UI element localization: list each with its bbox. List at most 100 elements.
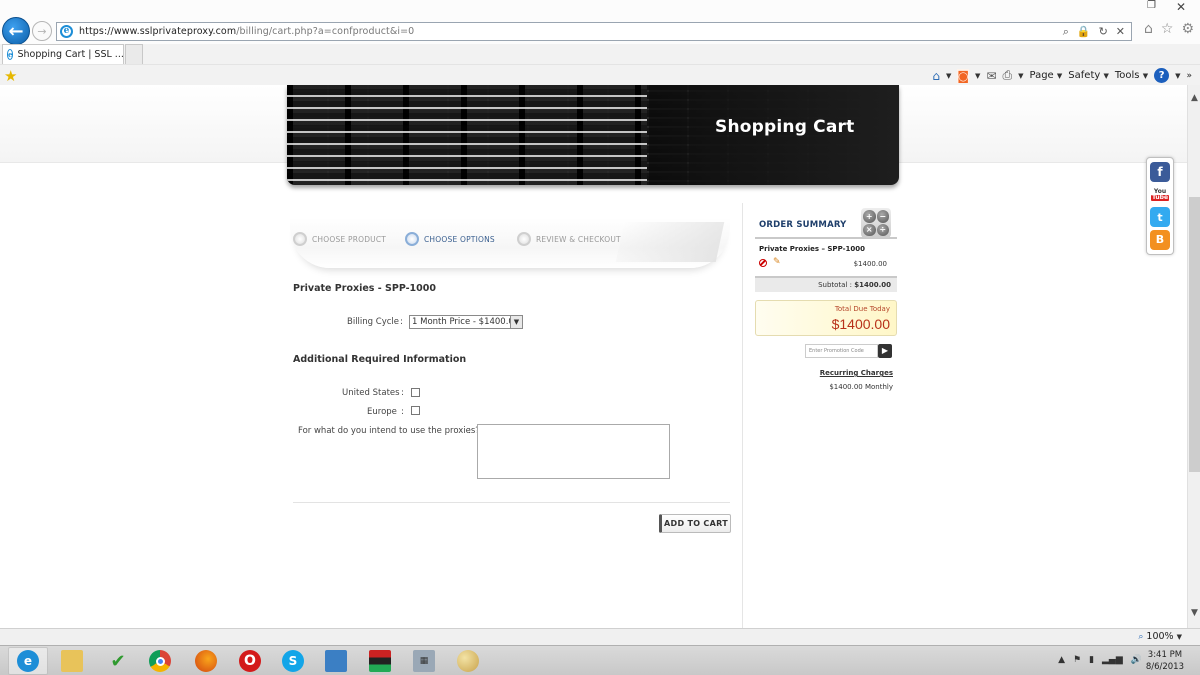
promotion-submit-arrow-icon[interactable]: ▶ (878, 344, 892, 358)
total-due-box: Total Due Today $1400.00 (755, 300, 897, 336)
youtube-icon[interactable]: You Tube (1150, 184, 1170, 205)
rss-icon[interactable]: ◙ (957, 68, 970, 83)
proxies-usage-label: For what do you intend to use the proxie… (298, 426, 480, 436)
taskbar-firefox[interactable] (186, 647, 226, 675)
chevron-down-icon[interactable]: ▼ (946, 72, 951, 80)
command-bar: ★ ⌂ ▼ ◙ ▼ ✉ ⎙ ▼ Page ▼ Safety ▼ Tools ▼ ? ▼ … (0, 64, 1200, 85)
tools-menu-label: Tools (1114, 70, 1140, 81)
scrollbar-thumb[interactable] (1189, 197, 1200, 472)
network-icon[interactable]: ▂▄▆ (1102, 655, 1123, 665)
safety-menu[interactable]: Safety ▼ (1068, 70, 1109, 81)
clock-date: 8/6/2013 (1145, 662, 1184, 672)
united-states-checkbox[interactable] (411, 388, 420, 397)
skype-icon: S (282, 650, 304, 672)
taskbar-notes[interactable] (316, 647, 356, 675)
chevron-down-icon[interactable]: ▼ (975, 72, 980, 80)
united-states-label: United States (342, 388, 400, 398)
device-icon[interactable]: ▮ (1089, 655, 1094, 665)
facebook-icon[interactable]: f (1150, 162, 1170, 183)
product-title: Private Proxies - SPP-1000 (293, 283, 436, 294)
scroll-up-arrow-icon[interactable]: ▲ (1188, 93, 1200, 103)
recurring-charges-title: Recurring Charges (819, 369, 893, 377)
add-to-cart-button[interactable]: ADD TO CART (659, 514, 731, 533)
mail-icon[interactable]: ✉ (986, 69, 996, 83)
taskbar-chrome[interactable] (140, 647, 180, 675)
edit-pencil-icon[interactable]: ✎ (773, 257, 781, 267)
taskbar-calculator[interactable]: ▦ (404, 647, 444, 675)
command-items: ⌂ ▼ ◙ ▼ ✉ ⎙ ▼ Page ▼ Safety ▼ Tools ▼ ? ▼ » (932, 68, 1192, 83)
help-icon[interactable]: ? (1154, 68, 1170, 83)
close-icon[interactable]: ✕ (1116, 25, 1125, 39)
taskbar-skype[interactable]: S (273, 647, 313, 675)
step-review-checkout[interactable]: REVIEW & CHECKOUT (517, 232, 621, 246)
step-circle-icon (293, 232, 307, 246)
flag-icon[interactable]: ⚑ (1073, 655, 1081, 665)
blogger-icon[interactable]: B (1150, 229, 1170, 250)
europe-checkbox[interactable] (411, 406, 420, 415)
search-icon[interactable]: ⌕ (1063, 25, 1069, 39)
tab-shopping-cart[interactable]: e Shopping Cart | SSL ... × (2, 44, 137, 64)
url-text[interactable]: https://www.sslprivateproxy.com/billing/… (79, 26, 414, 37)
taskbar-check-app[interactable]: ✔ (98, 647, 138, 675)
chevron-down-icon[interactable]: ▼ (1018, 72, 1023, 80)
taskbar-opera[interactable]: O (230, 647, 270, 675)
taskbar-paint[interactable] (448, 647, 488, 675)
label-colon: : (468, 426, 471, 436)
tab-row: e Shopping Cart | SSL ... × (0, 44, 1200, 64)
zoom-control[interactable]: ⌕ 100% ▼ (1138, 631, 1182, 642)
label-colon: : (401, 407, 404, 417)
page-menu-label: Page (1029, 70, 1054, 81)
close-window-icon[interactable]: ✕ (1162, 0, 1200, 17)
home-icon[interactable]: ⌂ (1144, 21, 1153, 37)
tab-title: Shopping Cart | SSL ... (17, 49, 124, 60)
chevron-down-icon[interactable]: ▼ (1175, 72, 1180, 80)
system-clock[interactable]: 3:41 PM 8/6/2013 (1146, 649, 1184, 673)
server-rack-image (287, 85, 647, 185)
volume-icon[interactable]: 🔊 (1131, 655, 1142, 665)
subtotal-value: $1400.00 (854, 281, 891, 289)
address-row: ❐ ✕ ← → e https://www.sslprivateproxy.co… (0, 0, 1200, 45)
gear-icon[interactable]: ⚙ (1181, 21, 1194, 37)
calculator-icon: + − × ÷ (861, 208, 891, 238)
order-summary-title: ORDER SUMMARY (759, 220, 847, 230)
favorites-star-icon[interactable]: ★ (4, 67, 17, 85)
forward-button[interactable]: → (32, 21, 52, 41)
page-menu[interactable]: Page ▼ (1030, 70, 1063, 81)
tray-expand-icon[interactable]: ▲ (1058, 655, 1065, 665)
promotion-code-input[interactable]: Enter Promotion Code (805, 344, 878, 358)
taskbar-media[interactable] (360, 647, 400, 675)
safety-menu-label: Safety (1068, 70, 1101, 81)
ie-page-icon: e (60, 25, 73, 38)
taskbar-file-explorer[interactable] (52, 647, 92, 675)
scroll-down-arrow-icon[interactable]: ▼ (1188, 608, 1200, 618)
refresh-icon[interactable]: ↻ (1099, 25, 1108, 39)
restore-window-icon[interactable]: ❐ (1147, 0, 1156, 11)
address-bar[interactable]: e https://www.sslprivateproxy.com/billin… (56, 22, 1132, 41)
new-tab-button[interactable] (125, 44, 143, 64)
print-icon[interactable]: ⎙ (1003, 68, 1013, 83)
step-label: CHOOSE OPTIONS (424, 234, 495, 244)
home-icon[interactable]: ⌂ (932, 69, 940, 83)
chevron-down-icon: ▼ (1176, 633, 1182, 641)
paint-icon (457, 650, 479, 672)
step-choose-product[interactable]: CHOOSE PRODUCT (293, 232, 386, 246)
twitter-icon[interactable]: t (1150, 207, 1170, 228)
step-choose-options[interactable]: CHOOSE OPTIONS (405, 232, 495, 246)
vertical-scrollbar[interactable]: ▲ ▼ (1187, 85, 1200, 628)
lock-icon[interactable]: 🔒 (1077, 25, 1091, 39)
back-button[interactable]: ← (2, 17, 30, 45)
favorites-icon[interactable]: ☆ (1161, 21, 1174, 37)
more-chevron-icon[interactable]: » (1186, 71, 1192, 81)
page-viewport: Shopping Cart CHOOSE PRODUCT CHOOSE OPTI… (0, 85, 1187, 628)
remove-icon[interactable] (759, 259, 767, 267)
proxies-usage-textarea[interactable] (477, 424, 670, 479)
billing-cycle-select[interactable]: 1 Month Price - $1400.00 ▼ (409, 315, 523, 329)
notes-icon (325, 650, 347, 672)
tools-menu[interactable]: Tools ▼ (1115, 70, 1148, 81)
taskbar-internet-explorer[interactable]: e (8, 647, 48, 675)
checkmark-icon: ✔ (110, 650, 126, 672)
billing-cycle-label: Billing Cycle (347, 317, 399, 327)
url-host: https://www.sslprivateproxy.com (79, 26, 237, 37)
firefox-icon (195, 650, 217, 672)
order-summary: ORDER SUMMARY + − × ÷ Private Proxies – SP… (755, 206, 897, 391)
